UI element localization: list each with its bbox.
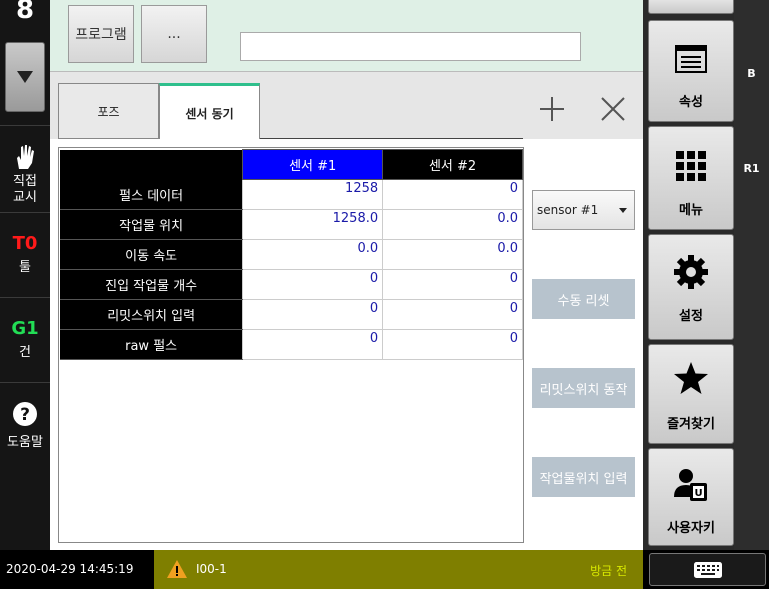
table-corner <box>60 149 243 180</box>
limit-switch-button[interactable]: 리밋스위치 동작 <box>532 368 635 408</box>
top-number: 8 <box>15 0 35 25</box>
program-button[interactable]: 프로그램 <box>68 5 134 63</box>
top-partial-button[interactable] <box>648 0 734 14</box>
right-panel: 속성 메뉴 설정 즐겨찾기 U 사용자키 <box>643 0 734 550</box>
gear-icon <box>674 255 708 289</box>
properties-label: 속성 <box>679 95 703 110</box>
dropdown-arrow-button[interactable] <box>5 42 45 112</box>
chevron-down-icon <box>619 208 627 213</box>
cell-value: 0 <box>382 269 523 300</box>
axis-label-r1: R1 <box>743 162 760 175</box>
tab-sensor-sync[interactable]: 센서 동기 <box>159 83 260 140</box>
table-row: raw 펄스 0 0 <box>60 329 523 360</box>
cell-value: 0 <box>242 269 384 300</box>
direct-teach-label-2: 교시 <box>13 190 37 205</box>
cell-value: 0.0 <box>382 239 523 270</box>
close-icon[interactable] <box>598 94 628 124</box>
menu-label: 메뉴 <box>679 203 703 218</box>
triangle-down-icon <box>17 71 33 83</box>
tab-strip: 포즈 센서 동기 <box>50 72 643 140</box>
status-bar: 2020-04-29 14:45:19 I00-1 방금 전 <box>0 550 769 589</box>
tool-label: 툴 <box>19 260 31 275</box>
cell-value: 0 <box>382 329 523 360</box>
row-label-pulse-data: 펄스 데이터 <box>60 179 243 210</box>
sensor-table: 센서 #1 센서 #2 펄스 데이터 1258 0 작업물 위치 1258.0 … <box>60 149 523 360</box>
cell-value: 0 <box>382 299 523 330</box>
column-header-sensor-2[interactable]: 센서 #2 <box>382 149 523 180</box>
grid-icon <box>676 151 706 181</box>
settings-label: 설정 <box>679 309 703 324</box>
keyboard-button[interactable] <box>649 553 766 586</box>
cell-value: 0 <box>242 299 384 330</box>
sensor-select-value: sensor #1 <box>537 203 599 217</box>
row-label-raw-pulse: raw 펄스 <box>60 329 243 360</box>
favorites-label: 즐겨찾기 <box>667 417 715 432</box>
user-key-icon: U <box>674 469 707 501</box>
star-icon <box>674 362 708 394</box>
help-label: 도움말 <box>7 435 43 450</box>
manual-reset-button[interactable]: 수동 리셋 <box>532 279 635 319</box>
tab-pose[interactable]: 포즈 <box>58 83 159 139</box>
warning-message-bar[interactable]: I00-1 방금 전 <box>154 550 643 589</box>
gun-button[interactable]: G1 건 <box>0 297 50 382</box>
sensor-table-frame: 센서 #1 센서 #2 펄스 데이터 1258 0 작업물 위치 1258.0 … <box>58 147 524 543</box>
row-label-limit-switch: 리밋스위치 입력 <box>60 299 243 330</box>
user-key-button[interactable]: U 사용자키 <box>648 448 734 546</box>
row-label-speed: 이동 속도 <box>60 239 243 270</box>
table-header-row: 센서 #1 센서 #2 <box>60 149 523 180</box>
more-button[interactable]: ... <box>141 5 207 63</box>
sensor-select[interactable]: sensor #1 <box>532 190 635 230</box>
row-label-workpiece-count: 진입 작업물 개수 <box>60 269 243 300</box>
svg-text:?: ? <box>20 405 30 425</box>
table-row: 진입 작업물 개수 0 0 <box>60 269 523 300</box>
table-row: 리밋스위치 입력 0 0 <box>60 299 523 330</box>
cell-value: 1258 <box>242 179 384 210</box>
warning-time-note: 방금 전 <box>590 564 627 578</box>
cell-value: 0 <box>242 329 384 360</box>
status-datetime: 2020-04-29 14:45:19 <box>6 562 134 576</box>
program-input[interactable] <box>240 32 581 61</box>
axis-indicator-panel: B R1 <box>734 0 769 550</box>
hand-icon <box>17 145 34 169</box>
tool-button[interactable]: T0 툴 <box>0 212 50 297</box>
warning-code: I00-1 <box>196 562 227 576</box>
settings-button[interactable]: 설정 <box>648 234 734 340</box>
window-icon <box>675 45 707 73</box>
tool-code: T0 <box>12 233 38 254</box>
direct-teach-button[interactable]: 직접 교시 <box>0 125 50 212</box>
table-row: 작업물 위치 1258.0 0.0 <box>60 209 523 240</box>
column-header-sensor-1[interactable]: 센서 #1 <box>242 149 384 180</box>
add-icon[interactable] <box>537 94 567 124</box>
cell-value: 0.0 <box>242 239 384 270</box>
top-bar: 프로그램 ... <box>50 0 643 72</box>
keyboard-icon <box>693 561 722 578</box>
left-sidebar: 8 직접 교시 T0 툴 G1 건 ? 도움말 <box>0 0 50 550</box>
sensor-sync-panel: 센서 #1 센서 #2 펄스 데이터 1258 0 작업물 위치 1258.0 … <box>50 139 643 550</box>
workpiece-input-button[interactable]: 작업물위치 입력 <box>532 457 635 497</box>
axis-label-b: B <box>747 67 756 80</box>
cell-value: 0 <box>382 179 523 210</box>
help-button[interactable]: ? 도움말 <box>0 382 50 467</box>
table-row: 펄스 데이터 1258 0 <box>60 179 523 210</box>
help-icon: ? <box>13 402 37 426</box>
direct-teach-label-1: 직접 <box>13 174 37 189</box>
svg-text:U: U <box>694 488 702 499</box>
favorites-button[interactable]: 즐겨찾기 <box>648 344 734 444</box>
gun-code: G1 <box>11 318 39 339</box>
cell-value: 0.0 <box>382 209 523 240</box>
gun-label: 건 <box>19 345 31 360</box>
user-key-label: 사용자키 <box>667 521 715 536</box>
table-row: 이동 속도 0.0 0.0 <box>60 239 523 270</box>
cell-value: 1258.0 <box>242 209 384 240</box>
warning-icon <box>167 560 187 578</box>
properties-button[interactable]: 속성 <box>648 20 734 122</box>
row-label-workpiece-position: 작업물 위치 <box>60 209 243 240</box>
menu-button[interactable]: 메뉴 <box>648 126 734 230</box>
